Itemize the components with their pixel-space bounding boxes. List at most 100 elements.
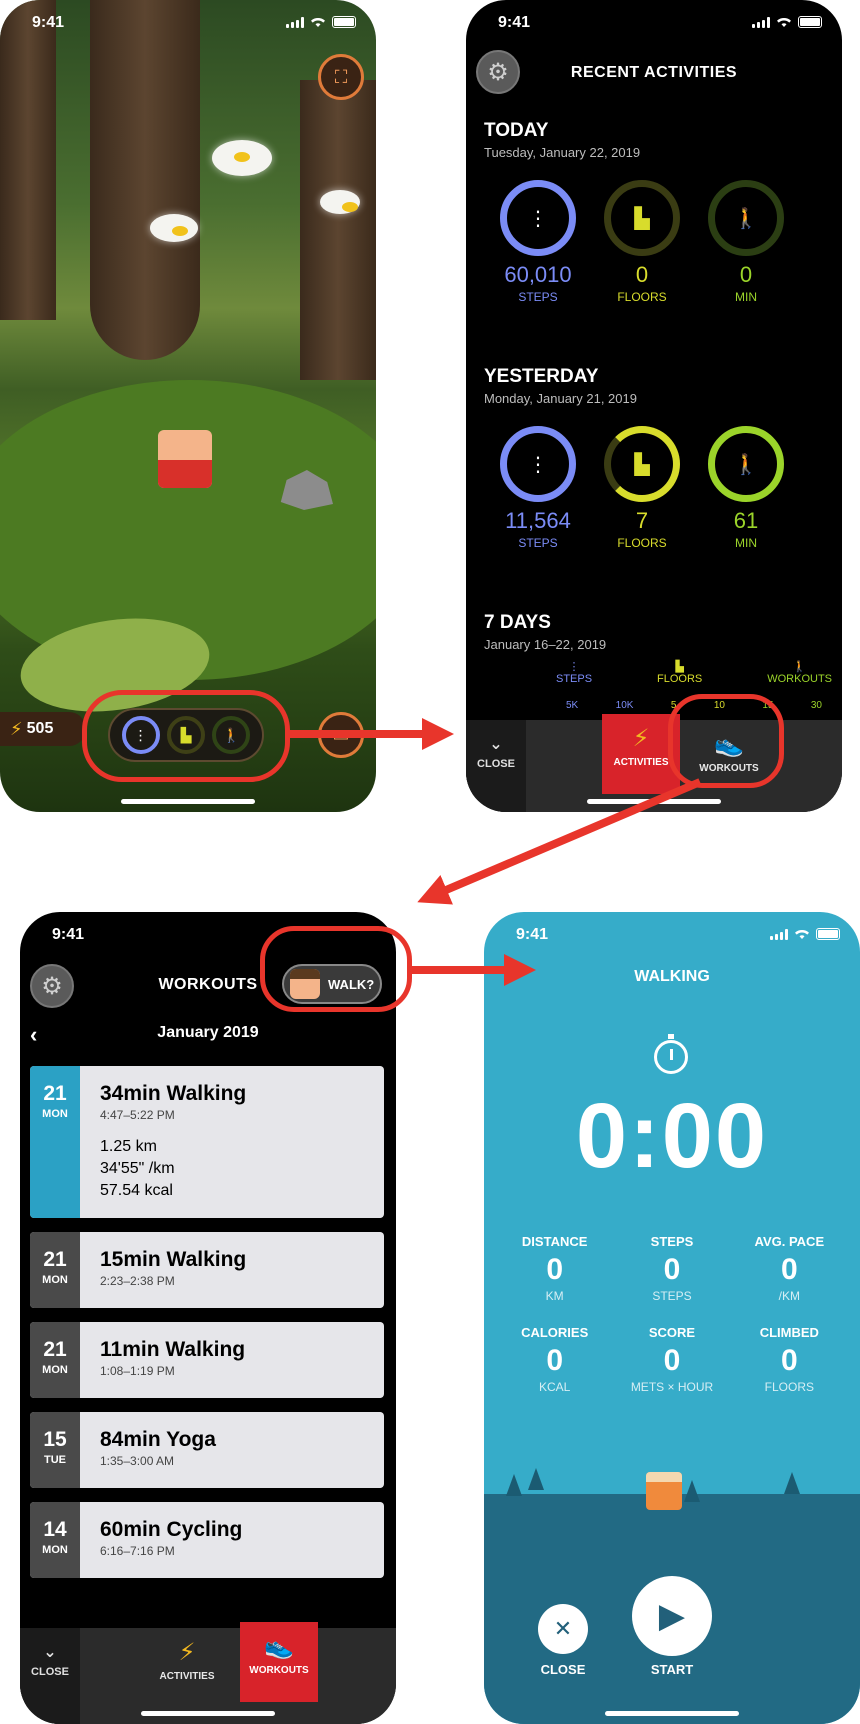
workout-title: 15min Walking [100,1248,247,1271]
chevron-down-icon: ⌄ [489,736,503,753]
workout-time: 4:47–5:22 PM [100,1108,175,1122]
stat-unit: METS × HOUR [630,1380,714,1394]
tab-bar: ⌄ CLOSE ⚡ ACTIVITIES 👟 WORKOUTS [20,1622,396,1724]
wifi-icon [795,929,809,939]
workout-card[interactable]: 21 MON 15min Walking 2:23–2:38 PM [30,1232,384,1308]
daisy-flower [320,190,360,214]
camera-frame-button[interactable]: ⛶ [318,54,364,100]
close-button[interactable]: ✕ [538,1604,588,1654]
stat-label: MIN [735,536,757,550]
stat-calories: CALORIES 0 KCAL [496,1325,613,1394]
close-button[interactable]: ⌄ CLOSE [466,720,526,812]
stat-label: SCORE [648,1325,696,1340]
workout-card[interactable]: 14 MON 60min Cycling 6:16–7:16 PM [30,1502,384,1578]
floors-icon: ▙ [604,180,680,256]
tick-label: 10K [615,700,634,711]
workout-date: 15 TUE [30,1412,80,1488]
status-bar: 9:41 [484,912,860,962]
phone-walking: 9:41 WALKING 0:00 DISTANCE 0 KM STEPS 0 … [484,912,860,1724]
tree-trunk [300,80,376,380]
stat-value: 61 [733,508,759,533]
workout-card[interactable]: 21 MON 11min Walking 1:08–1:19 PM [30,1322,384,1398]
workout-day: 15 [43,1428,67,1451]
status-time: 9:41 [498,14,531,31]
wifi-icon [777,17,791,27]
elapsed-timer: 0:00 [575,1085,769,1187]
legend-steps: ⋮ STEPS [556,660,592,685]
stat-label: DISTANCE [521,1234,588,1249]
start-button[interactable]: ▶ [632,1576,712,1656]
battery-icon [816,928,840,940]
workout-day: 21 [43,1248,67,1271]
tab-activities[interactable]: ⚡ ACTIVITIES [142,1628,232,1708]
stat-label: CALORIES [521,1325,589,1340]
steps-icon: ⋮ [568,661,580,673]
workout-day: 14 [43,1518,67,1541]
close-button[interactable]: ⌄ CLOSE [20,1628,80,1724]
menu-button[interactable]: ▭ [318,712,364,758]
tick-label: 5K [566,700,579,711]
workout-weekday: MON [42,1274,68,1286]
stat-minutes-today: 🚶 0 MIN [706,180,786,304]
section-date: Monday, January 21, 2019 [484,391,637,406]
workout-time: 1:35–3:00 AM [100,1454,175,1468]
home-indicator [587,799,721,804]
section-title-yesterday: YESTERDAY [484,366,599,387]
stat-label: FLOORS [617,536,667,550]
stat-value: 11,564 [505,508,571,533]
menu-icon: ▭ [332,724,350,745]
stat-value: 0 [780,1253,798,1286]
tree-trunk [90,0,200,360]
signal-icon [286,16,304,28]
status-bar: 9:41 [0,0,376,50]
stat-label: AVG. PACE [754,1234,825,1249]
chevron-down-icon: ⌄ [43,1644,57,1661]
page-title: WALKING [634,968,710,985]
tab-workouts[interactable]: 👟 WORKOUTS [240,1622,318,1702]
workout-calories: 57.54 kcal [100,1182,173,1199]
section-date: Tuesday, January 22, 2019 [484,145,641,160]
stat-floors-yesterday: ▙ 7 FLOORS [602,426,682,550]
workout-date: 21 MON [30,1322,80,1398]
walking-icon: 🚶 [708,180,784,256]
workout-day: 21 [43,1338,67,1361]
workout-weekday: MON [42,1108,68,1120]
stat-label: CLIMBED [759,1325,819,1340]
workout-weekday: TUE [44,1454,66,1466]
stat-unit: STEPS [652,1289,692,1303]
stat-steps-today: ⋮ 60,010 STEPS [498,180,578,304]
stat-distance: DISTANCE 0 KM [496,1234,613,1303]
stat-label: STEPS [650,1234,694,1249]
section-title-today: TODAY [484,120,549,141]
workout-time: 6:16–7:16 PM [100,1544,175,1558]
workout-card[interactable]: 21 MON 34min Walking 4:47–5:22 PM 1.25 k… [30,1066,384,1218]
floors-icon: ▙ [675,661,684,673]
workout-date: 21 MON [30,1232,80,1308]
stat-steps-yesterday: ⋮ 11,564 STEPS [498,426,578,550]
coin-count: 505 [26,720,54,737]
stat-value: 0 [780,1344,798,1377]
stat-value: 0 [546,1253,563,1286]
stat-value: 0 [635,262,649,287]
highlight-workouts-tab [668,694,784,788]
phone-recent-activities: 9:41 ⚙ RECENT ACTIVITIES TODAY Tuesday, … [466,0,842,812]
stat-value: 7 [635,508,649,533]
workout-card[interactable]: 15 TUE 84min Yoga 1:35–3:00 AM [30,1412,384,1488]
highlight-walk-button [260,926,412,1012]
bolt-icon: ⚡ [178,1639,196,1666]
stat-climbed: CLIMBED 0 FLOORS [731,1325,848,1394]
signal-icon [752,16,770,28]
workout-title: 34min Walking [100,1082,247,1105]
close-label: CLOSE [477,758,515,770]
workout-weekday: MON [42,1364,68,1376]
workout-time: 1:08–1:19 PM [100,1364,175,1378]
game-character[interactable] [158,430,212,488]
battery-icon [798,16,822,28]
workout-title: 60min Cycling [100,1518,243,1541]
tab-label: WORKOUTS [249,1665,309,1676]
section-date: January 16–22, 2019 [484,637,607,652]
workout-stats: DISTANCE 0 KM STEPS 0 STEPS AVG. PACE 0 … [496,1234,848,1394]
steps-icon: ⋮ [500,426,576,502]
home-indicator [605,1711,739,1716]
floors-icon: ▙ [604,426,680,502]
